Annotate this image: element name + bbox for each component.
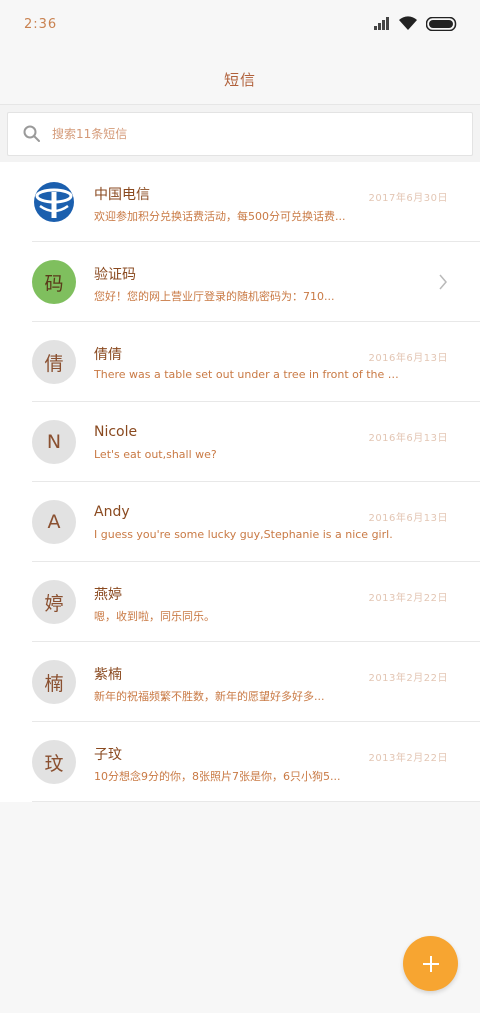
message-preview: 欢迎参加积分兑换话费活动，每500分可兑换话费... [94,210,346,223]
contact-name: 紫楠 [94,667,122,683]
contact-name: 中国电信 [94,187,150,203]
china-telecom-logo-icon [32,180,76,224]
search-icon [23,125,40,142]
message-preview: 您好！您的网上营业厅登录的随机密码为：710... [94,290,335,303]
message-date: 2013年2月22日 [368,593,448,604]
app-header: 短信 [0,52,480,104]
contact-name: 验证码 [94,267,136,283]
conversation-row[interactable]: 中国电信 2017年6月30日 欢迎参加积分兑换话费活动，每500分可兑换话费.… [0,162,480,242]
conversation-row[interactable]: 码 验证码 您好！您的网上营业厅登录的随机密码为：710... [0,242,480,322]
status-time: 2:36 [24,17,58,32]
avatar: 楠 [32,660,76,704]
message-preview: 新年的祝福频繁不胜数，新年的愿望好多好多... [94,690,325,703]
avatar: 婷 [32,580,76,624]
search-bar [0,104,480,162]
search-box[interactable] [7,112,473,156]
conversation-row[interactable]: A Andy 2016年6月13日 I guess you're some lu… [0,482,480,562]
avatar: 倩 [32,340,76,384]
conversation-row[interactable]: 倩 倩倩 2016年6月13日 There was a table set ou… [0,322,480,402]
message-preview: I guess you're some lucky guy,Stephanie … [94,528,393,541]
page-title: 短信 [223,71,256,89]
contact-name: 子玟 [94,747,122,763]
avatar: N [32,420,76,464]
wifi-icon [399,16,417,30]
status-icons [374,16,458,31]
battery-icon [426,16,457,31]
avatar: A [32,500,76,544]
conversation-row[interactable]: 楠 紫楠 2013年2月22日 新年的祝福频繁不胜数，新年的愿望好多好多... [0,642,480,722]
search-input[interactable] [52,127,472,141]
message-date: 2013年2月22日 [368,673,448,684]
message-date: 2016年6月13日 [368,513,448,524]
contact-name: 倩倩 [94,347,122,363]
conversation-row[interactable]: 婷 燕婷 2013年2月22日 嗯，收到啦，同乐同乐。 [0,562,480,642]
contact-name: Nicole [94,424,138,440]
message-date: 2016年6月13日 [368,353,448,364]
message-preview: There was a table set out under a tree i… [94,368,404,381]
message-preview: 嗯，收到啦，同乐同乐。 [94,610,215,623]
conversation-row[interactable]: 玟 子玟 2013年2月22日 10分想念9分的你，8张照片7张是你，6只小狗5… [0,722,480,802]
message-date: 2013年2月22日 [368,753,448,764]
chevron-right-icon[interactable] [438,274,448,290]
telecom-logo-icon [34,182,74,222]
status-bar: 2:36 [0,0,480,52]
signal-icon [374,17,389,30]
contact-name: Andy [94,504,130,520]
conversation-row[interactable]: N Nicole 2016年6月13日 Let's eat out,shall … [0,402,480,482]
message-preview: Let's eat out,shall we? [94,448,217,461]
message-date: 2017年6月30日 [368,193,448,204]
avatar: 玟 [32,740,76,784]
new-message-button[interactable] [403,936,458,991]
plus-icon [422,955,439,972]
avatar: 码 [32,260,76,304]
conversation-list: 中国电信 2017年6月30日 欢迎参加积分兑换话费活动，每500分可兑换话费.… [0,162,480,802]
contact-name: 燕婷 [94,587,122,603]
message-preview: 10分想念9分的你，8张照片7张是你，6只小狗5... [94,770,341,783]
message-date: 2016年6月13日 [368,433,448,444]
